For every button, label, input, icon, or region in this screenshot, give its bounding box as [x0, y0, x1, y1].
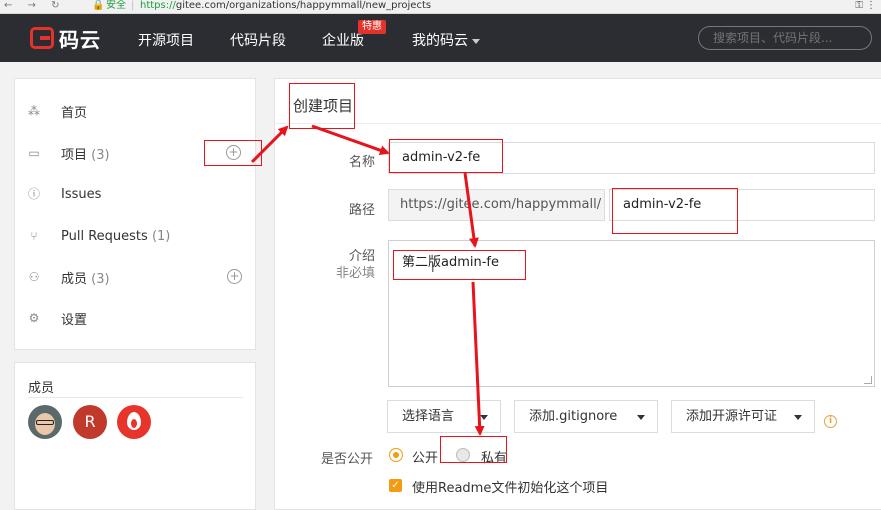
avatar[interactable]	[117, 405, 151, 439]
add-member-icon[interactable]: +	[227, 269, 242, 284]
sidebar-item-projects[interactable]: ▭ 项目 (3) +	[15, 136, 257, 170]
browser-menu-icon[interactable]: ⋮	[866, 0, 876, 12]
gitignore-select-label: 添加.gitignore	[529, 409, 618, 424]
avatar[interactable]: R	[73, 405, 107, 439]
sidebar-item-issues[interactable]: ⓘ Issues	[15, 177, 257, 211]
readme-checkbox[interactable]: ✓	[389, 479, 402, 492]
pr-count: (1)	[151, 228, 171, 244]
site-logo[interactable]: 码云	[30, 26, 101, 52]
path-label: 路径	[348, 203, 375, 218]
page-title: 创建项目	[293, 97, 354, 115]
create-project-panel: 创建项目 名称 admin-v2-fe 路径 https://gitee.com…	[274, 78, 881, 510]
promo-badge: 特惠	[358, 20, 386, 34]
logo-text: 码云	[59, 27, 101, 52]
browser-address-bar: ← → ↻ 🔒 安全 | https://gitee.com/organizat…	[0, 0, 881, 14]
chevron-down-icon	[794, 415, 802, 420]
sidebar-item-members[interactable]: ⚇ 成员 (3) +	[15, 260, 257, 294]
description-textarea[interactable]: 第二版admin-fe I	[388, 240, 875, 387]
add-project-icon[interactable]: +	[226, 145, 241, 160]
public-radio[interactable]	[389, 448, 403, 462]
private-radio[interactable]	[456, 448, 470, 462]
sidebar-item-label: 成员 (3)	[61, 268, 110, 287]
url-protocol: https://	[140, 0, 176, 11]
sidebar-item-label: 项目 (3)	[61, 144, 110, 163]
license-select[interactable]: 添加开源许可证	[671, 400, 815, 433]
sidebar-item-members-label: 成员	[61, 271, 88, 287]
divider	[28, 397, 243, 398]
avatar-glasses-icon	[36, 420, 54, 425]
members-count: (3)	[91, 271, 110, 287]
chevron-down-icon	[637, 415, 645, 420]
sidebar-nav: ⁂ 首页 ▭ 项目 (3) + ⓘ Issues ⑂ Pull Requests…	[14, 78, 256, 350]
nav-my-gitee[interactable]: 我的码云	[412, 30, 480, 50]
sidebar-item-settings[interactable]: ⚙ 设置	[15, 301, 257, 335]
flame-icon	[127, 412, 141, 430]
pull-request-icon: ⑂	[30, 229, 38, 243]
site-header: 码云 开源项目 代码片段 企业版 特惠 我的码云	[0, 14, 881, 62]
license-select-label: 添加开源许可证	[686, 409, 778, 424]
sidebar-item-label: Pull Requests (1)	[61, 229, 170, 244]
sidebar-item-pull-requests[interactable]: ⑂ Pull Requests (1)	[15, 219, 257, 253]
optional-hint: 非必填	[335, 266, 375, 281]
folder-icon: ▭	[28, 146, 40, 160]
members-title: 成员	[28, 381, 55, 396]
sidebar-item-label: Issues	[61, 186, 102, 202]
sidebar-item-label: 设置	[61, 312, 88, 328]
gear-icon: ⚙	[28, 311, 40, 325]
path-prefix: https://gitee.com/happymmall/	[388, 189, 605, 221]
chevron-down-icon	[472, 38, 480, 44]
logo-g-icon	[30, 27, 54, 49]
sidebar-item-label: 首页	[61, 105, 88, 121]
nav-open-source[interactable]: 开源项目	[138, 30, 194, 50]
chevron-down-icon	[480, 415, 488, 420]
sidebar-item-pr-label: Pull Requests	[61, 228, 148, 244]
project-name-field[interactable]: admin-v2-fe	[388, 142, 875, 174]
gitignore-select[interactable]: 添加.gitignore	[514, 400, 658, 433]
divider	[275, 123, 881, 124]
url-separator: |	[131, 0, 135, 11]
members-icon: ⚇	[28, 270, 40, 284]
projects-count: (3)	[91, 147, 110, 163]
description-text: 第二版admin-fe	[402, 255, 499, 270]
lock-icon: 🔒	[92, 0, 105, 11]
key-icon[interactable]: ⚿	[855, 0, 863, 12]
language-select-label: 选择语言	[402, 409, 455, 424]
issue-icon: ⓘ	[27, 187, 40, 201]
info-icon[interactable]: i	[824, 415, 837, 428]
secure-label: 安全	[106, 0, 126, 11]
search-input[interactable]	[698, 26, 872, 50]
url-text[interactable]: https://gitee.com/organizations/happymma…	[140, 0, 431, 12]
project-path-field[interactable]: admin-v2-fe	[609, 189, 875, 221]
nav-code-snippets[interactable]: 代码片段	[230, 30, 286, 50]
members-panel: 成员 R	[14, 362, 256, 510]
visibility-label: 是否公开	[320, 452, 373, 467]
private-option-label[interactable]: 私有	[481, 447, 507, 466]
sidebar-item-home[interactable]: ⁂ 首页	[15, 94, 257, 128]
text-cursor-icon: I	[431, 261, 435, 275]
url-path: gitee.com/organizations/happymmall/new_p…	[175, 0, 432, 11]
browser-nav-icons[interactable]: ← → ↻	[4, 0, 66, 12]
nav-my-gitee-label: 我的码云	[412, 33, 468, 49]
sidebar-item-projects-label: 项目	[61, 147, 88, 163]
home-icon: ⁂	[28, 104, 40, 118]
public-option-label[interactable]: 公开	[412, 447, 438, 466]
name-label: 名称	[348, 155, 375, 170]
readme-option-label[interactable]: 使用Readme文件初始化这个项目	[412, 477, 608, 496]
resize-handle-icon[interactable]	[864, 376, 872, 384]
language-select[interactable]: 选择语言	[387, 400, 501, 433]
avatar[interactable]	[28, 405, 62, 439]
